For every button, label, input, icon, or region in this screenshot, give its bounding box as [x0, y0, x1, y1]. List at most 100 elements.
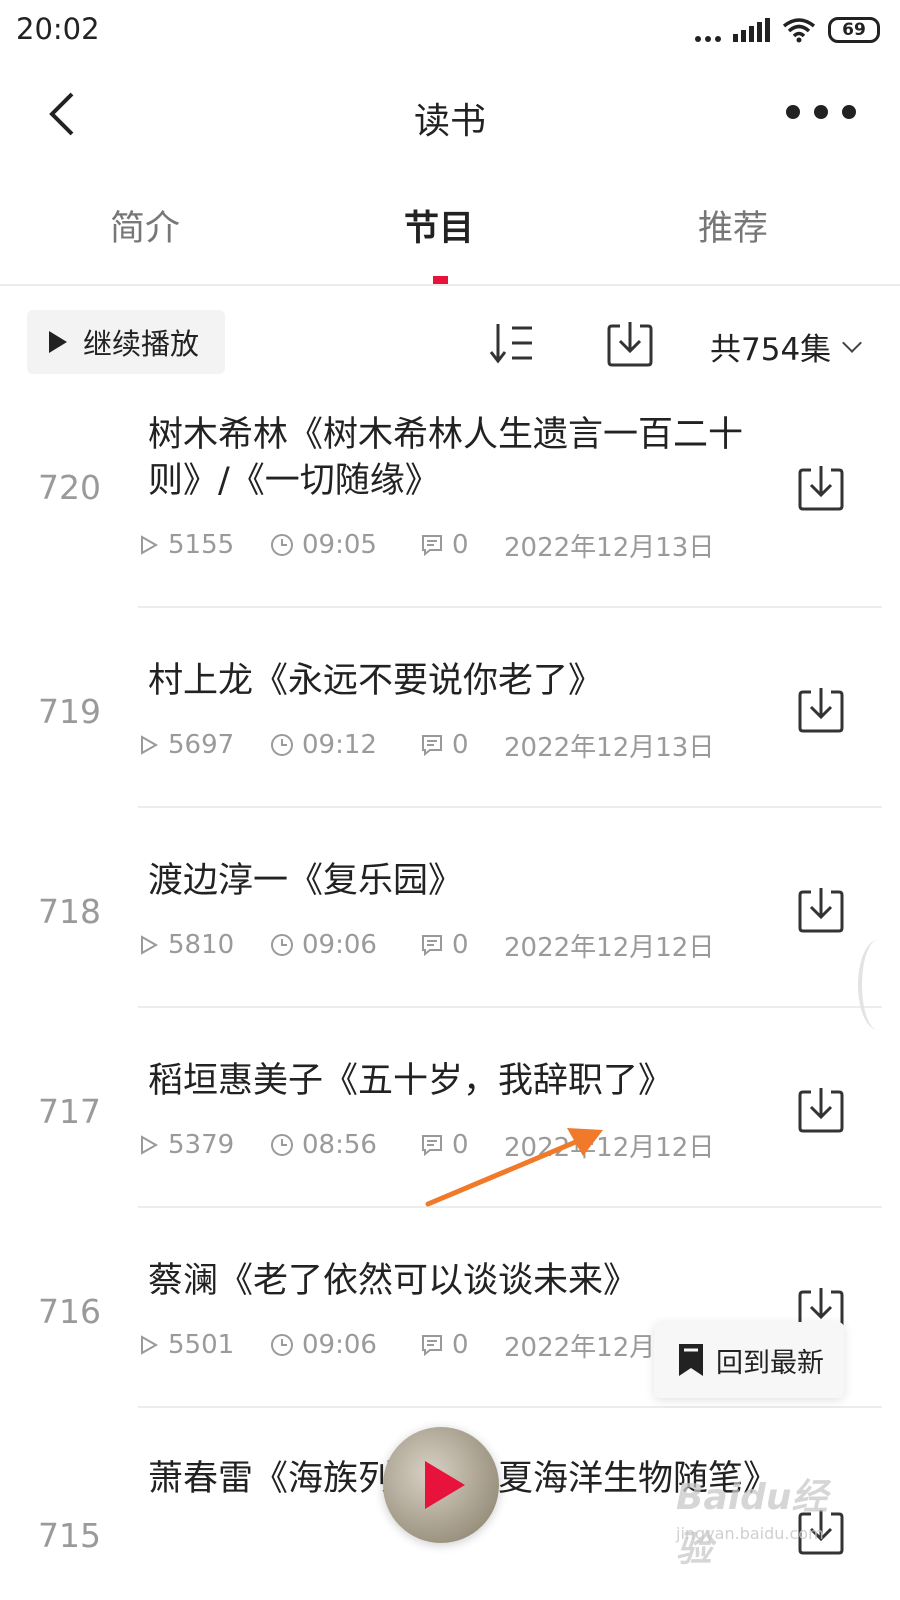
clock-icon: [271, 534, 293, 556]
play-count-icon: [141, 1335, 159, 1355]
episode-meta: 5155 09:05 0 2022年12月13日: [138, 528, 715, 563]
clock-icon: [271, 734, 293, 756]
continue-playing-button[interactable]: 继续播放: [27, 310, 225, 374]
comment-icon: [422, 1135, 442, 1157]
episode-number: 718: [38, 892, 101, 931]
episode-number: 719: [38, 692, 101, 731]
back-to-latest-button[interactable]: 回到最新: [654, 1322, 844, 1398]
tab-bar: 简介 节目 推荐: [0, 176, 900, 286]
episode-row[interactable]: 717 稻垣惠美子《五十岁，我辞职了》 5379 08:56 0 2022年12…: [0, 1008, 900, 1208]
episode-meta: 5501 09:06 0 2022年12月09日: [138, 1328, 714, 1363]
episode-title: 蔡澜《老了依然可以谈谈未来》: [148, 1261, 639, 1301]
episode-row[interactable]: 718 渡边淳一《复乐园》 5810 09:06 0 2022年12月12日: [0, 808, 900, 1008]
publish-date: 2022年12月13日: [504, 732, 715, 763]
active-tab-indicator: [433, 276, 448, 284]
play-count-icon: [141, 735, 159, 755]
bookmark-icon: [679, 1344, 703, 1376]
episode-row[interactable]: 719 村上龙《永远不要说你老了》 5697 09:12 0 2022年12月1…: [0, 608, 900, 808]
batch-download-button[interactable]: [606, 318, 654, 368]
more-dot: [814, 105, 828, 119]
play-icon: [49, 331, 67, 353]
scroll-indicator[interactable]: [858, 940, 898, 1030]
duration: 09:05: [270, 530, 408, 560]
duration: 09:06: [270, 930, 408, 960]
episode-row[interactable]: 720 树木希林《树木希林人生遗言一百二十则》/《一切随缘》 5155 09:0…: [0, 388, 900, 608]
chevron-down-icon: [842, 332, 863, 353]
episode-title: 渡边淳一《复乐园》: [148, 861, 464, 901]
episode-title: 村上龙《永远不要说你老了》: [148, 661, 604, 701]
comment-count: 0: [420, 730, 490, 760]
episode-number: 720: [38, 468, 101, 507]
publish-date: 2022年12月13日: [504, 532, 715, 563]
episode-toolbar: 继续播放 共754集: [0, 308, 900, 378]
episode-download-button[interactable]: [796, 1086, 846, 1134]
episode-meta: 5379 08:56 0 2022年12月12日: [138, 1128, 715, 1163]
comment-icon: [422, 535, 442, 557]
comment-count: 0: [420, 1130, 490, 1160]
tab-intro[interactable]: 简介: [110, 200, 180, 251]
sort-order-button[interactable]: [488, 318, 536, 368]
play-count-icon: [141, 535, 159, 555]
episode-count-label: 共754集: [710, 332, 832, 368]
continue-playing-label: 继续播放: [83, 327, 200, 361]
episode-list: 720 树木希林《树木希林人生遗言一百二十则》/《一切随缘》 5155 09:0…: [0, 388, 900, 1600]
play-count: 5501: [138, 1330, 256, 1360]
comment-icon: [422, 1335, 442, 1357]
publish-date: 2022年12月12日: [504, 1132, 715, 1163]
back-to-latest-label: 回到最新: [716, 1347, 824, 1379]
episode-number: 717: [38, 1092, 101, 1131]
cellular-signal-icon: [733, 18, 770, 42]
download-icon: [607, 322, 653, 367]
play-count: 5697: [138, 730, 256, 760]
episode-meta: 5697 09:12 0 2022年12月13日: [138, 728, 715, 763]
status-icons: 69: [695, 14, 880, 46]
comment-count: 0: [420, 1330, 490, 1360]
episode-download-button[interactable]: [796, 886, 846, 934]
play-count: 5155: [138, 530, 256, 560]
tab-episodes[interactable]: 节目: [404, 200, 474, 251]
status-bar: 20:02 69: [0, 0, 900, 62]
episode-number: 716: [38, 1292, 101, 1331]
comment-icon: [422, 735, 442, 757]
nav-bar: 读书: [0, 62, 900, 166]
sort-icon: [489, 324, 532, 364]
episode-number: 715: [38, 1516, 101, 1555]
episode-title: 稻垣惠美子《五十岁，我辞职了》: [148, 1061, 674, 1101]
duration: 09:12: [270, 730, 408, 760]
watermark-text: Baidu经验: [676, 1477, 828, 1570]
watermark-url: jingyan.baidu.com: [676, 1524, 824, 1543]
duration: 09:06: [270, 1330, 408, 1360]
episode-title: 树木希林《树木希林人生遗言一百二十则》/《一切随缘》: [148, 415, 744, 501]
duration: 08:56: [270, 1130, 408, 1160]
episode-count-selector[interactable]: 共754集: [710, 324, 863, 369]
publish-date: 2022年12月12日: [504, 932, 715, 963]
comment-count: 0: [420, 930, 490, 960]
play-count: 5379: [138, 1130, 256, 1160]
watermark: Baidu经验 jingyan.baidu.com: [676, 1468, 836, 1570]
tab-recommend[interactable]: 推荐: [698, 200, 768, 251]
more-dot: [786, 105, 800, 119]
comment-icon: [422, 935, 442, 957]
wifi-icon: [782, 18, 816, 43]
clock-icon: [271, 934, 293, 956]
episode-download-button[interactable]: [796, 464, 846, 512]
more-dot: [842, 105, 856, 119]
page-title: 读书: [413, 101, 486, 142]
play-count-icon: [141, 1135, 159, 1155]
download-icon: [798, 1088, 844, 1133]
download-icon: [798, 688, 844, 733]
battery-icon: 69: [828, 17, 880, 43]
clock-icon: [271, 1334, 293, 1356]
play-icon: [425, 1461, 465, 1509]
comment-count: 0: [420, 530, 490, 560]
play-count: 5810: [138, 930, 256, 960]
episode-download-button[interactable]: [796, 686, 846, 734]
download-icon: [798, 888, 844, 933]
status-time: 20:02: [16, 12, 100, 46]
mini-player-button[interactable]: [383, 1427, 499, 1543]
download-icon: [798, 466, 844, 511]
more-networks-icon: [695, 18, 721, 42]
episode-meta: 5810 09:06 0 2022年12月12日: [138, 928, 715, 963]
play-count-icon: [141, 935, 159, 955]
more-options-button[interactable]: [786, 100, 856, 124]
